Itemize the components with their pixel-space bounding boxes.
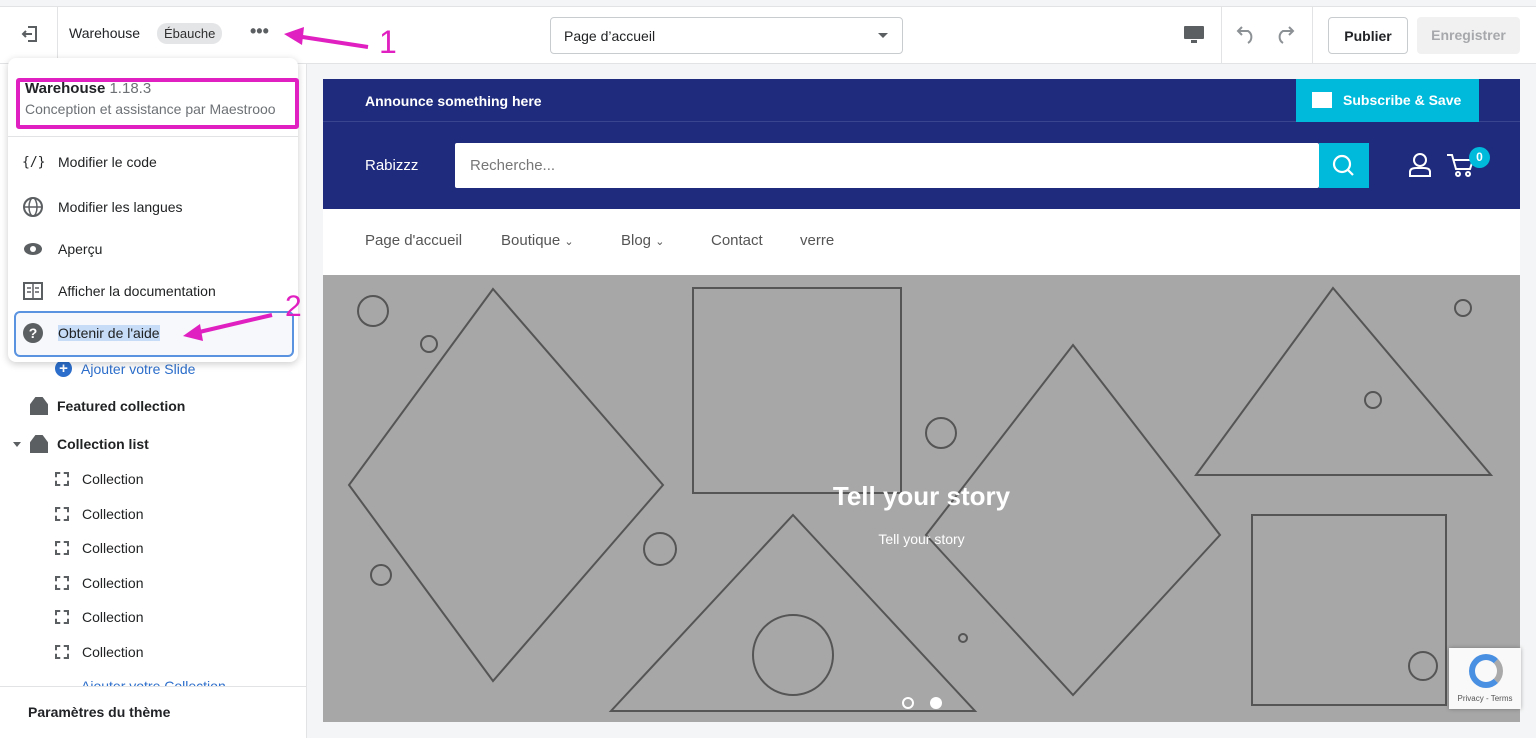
nav-label: verre <box>800 232 835 249</box>
store-nav-item[interactable]: Contact <box>711 232 763 249</box>
nav-label: Contact <box>711 232 763 249</box>
editor-topbar: Warehouse Ébauche ••• Page d’accueil Pub… <box>0 6 1536 64</box>
nav-label: Page d'accueil <box>365 232 463 249</box>
hero-subtitle: Tell your story <box>878 531 965 547</box>
nav-label: Blog <box>621 232 652 249</box>
globe-icon <box>22 196 44 218</box>
add-slide-label: Ajouter votre Slide <box>81 360 196 377</box>
plus-circle-icon: + <box>55 360 72 377</box>
mail-icon <box>1312 92 1332 108</box>
menu-item-0[interactable]: {/} Modifier le code <box>22 154 157 170</box>
menu-item-2[interactable]: Aperçu <box>22 238 102 260</box>
block-icon <box>55 541 69 556</box>
store-header: Rabizzz Recherche... 0 <box>323 122 1520 209</box>
slide-dot-1[interactable] <box>902 697 914 709</box>
collection-label: Collection <box>82 644 144 660</box>
menu-item-4[interactable]: ? Obtenir de l'aide <box>22 322 160 344</box>
desktop-icon[interactable] <box>1183 25 1205 50</box>
highlight-box <box>16 78 299 129</box>
search-icon <box>1332 154 1354 176</box>
caret-down-icon <box>13 442 21 451</box>
search-placeholder: Recherche... <box>470 157 556 174</box>
collection-label: Collection <box>82 505 144 522</box>
nav-label: Boutique <box>501 232 561 249</box>
collection-block[interactable]: Collection <box>55 471 143 487</box>
block-icon <box>55 472 69 486</box>
save-button[interactable]: Enregistrer <box>1417 17 1520 54</box>
chevron-down-icon: ⌄ <box>564 236 574 248</box>
collection-block[interactable]: Collection <box>55 644 143 660</box>
book-icon <box>22 280 44 302</box>
theme-name: Warehouse <box>69 25 141 41</box>
menu-item-label: Modifier les langues <box>58 199 183 215</box>
menu-item-3[interactable]: Afficher la documentation <box>22 280 216 302</box>
store-nav: Page d'accueil Boutique ⌄ Blog ⌄ Contact ver… <box>323 209 1520 275</box>
recaptcha-icon <box>1469 654 1503 688</box>
eye-icon <box>22 238 44 260</box>
menu-item-label: Afficher la documentation <box>58 283 216 299</box>
account-icon[interactable] <box>1408 152 1432 178</box>
help-icon: ? <box>22 322 44 344</box>
cart-count-badge: 0 <box>1469 147 1490 168</box>
page-select-value: Page d’accueil <box>564 28 656 44</box>
store-nav-item[interactable]: verre <box>800 232 834 249</box>
theme-settings-label: Paramètres du thème <box>28 704 171 720</box>
store-nav-item[interactable]: Blog ⌄ <box>621 232 664 249</box>
publish-button[interactable]: Publier <box>1328 17 1408 54</box>
chevron-down-icon: ⌄ <box>655 236 665 248</box>
tag-icon <box>30 397 48 415</box>
redo-icon[interactable] <box>1273 23 1295 50</box>
block-icon <box>55 645 69 659</box>
collection-label: Collection <box>82 574 144 591</box>
collection-label: Collection <box>82 471 144 487</box>
status-badge: Ébauche <box>157 23 223 44</box>
collection-block[interactable]: Collection <box>55 540 143 556</box>
block-icon <box>55 610 69 625</box>
recaptcha-links: Privacy - Terms <box>1457 694 1513 703</box>
block-icon <box>55 506 69 521</box>
section-label: Collection list <box>57 436 149 452</box>
page-select[interactable]: Page d’accueil <box>550 17 903 54</box>
hero-title: Tell your story <box>832 481 1011 511</box>
subscribe-label: Subscribe & Save <box>1343 92 1462 108</box>
menu-item-label: Modifier le code <box>58 154 157 170</box>
chevron-down-icon <box>878 33 888 43</box>
announcement-text: Announce something here <box>365 93 542 109</box>
slide-dot-2[interactable] <box>930 697 942 709</box>
store-nav-item[interactable]: Page d'accueil <box>365 232 462 249</box>
block-icon <box>55 575 69 590</box>
store-preview: Announce something here Subscribe & Save… <box>323 79 1520 722</box>
section-collection-list[interactable]: Collection list <box>13 435 149 453</box>
menu-item-1[interactable]: Modifier les langues <box>22 196 183 218</box>
menu-item-label: Aperçu <box>58 241 103 257</box>
section-featured-collection[interactable]: Featured collection <box>30 397 185 415</box>
store-nav-item[interactable]: Boutique ⌄ <box>501 232 574 249</box>
collection-block[interactable]: Collection <box>55 609 143 625</box>
recaptcha-badge[interactable]: Privacy - Terms <box>1449 648 1521 709</box>
section-label: Featured collection <box>57 398 186 414</box>
hero-slideshow: Tell your story Tell your story <box>323 275 1520 722</box>
collection-label: Collection <box>82 609 144 626</box>
annotation-step-2: 2 <box>285 290 302 323</box>
store-search-input[interactable]: Recherche... <box>455 143 1319 188</box>
collection-block[interactable]: Collection <box>55 506 143 522</box>
theme-settings[interactable]: Paramètres du thème <box>0 686 306 738</box>
store-logo[interactable]: Rabizzz <box>365 157 418 174</box>
add-slide-link[interactable]: + Ajouter votre Slide <box>55 360 195 377</box>
svg-text:?: ? <box>29 325 38 341</box>
search-button[interactable] <box>1319 143 1369 188</box>
annotation-step-1: 1 <box>379 24 397 60</box>
collection-block[interactable]: Collection <box>55 575 143 591</box>
collection-label: Collection <box>82 540 144 557</box>
menu-item-label: Obtenir de l'aide <box>58 325 160 341</box>
code-icon: {/} <box>22 154 46 170</box>
exit-icon[interactable] <box>20 24 40 49</box>
ellipsis-icon[interactable]: ••• <box>250 21 269 42</box>
undo-icon[interactable] <box>1236 23 1258 50</box>
tag-icon <box>30 435 48 453</box>
subscribe-button[interactable]: Subscribe & Save <box>1296 79 1479 122</box>
announcement-bar: Announce something here Subscribe & Save <box>323 79 1520 122</box>
